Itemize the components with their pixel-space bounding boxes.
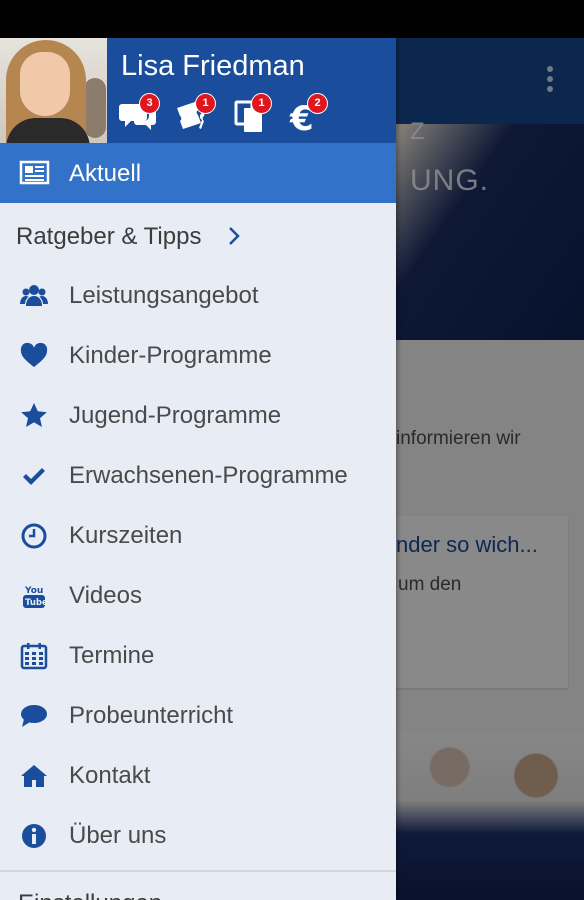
menu-item-termine[interactable]: Termine [0,626,396,686]
home-icon [20,762,48,790]
checkmark-icon [20,462,48,490]
euro-badge-count: 2 [308,94,327,113]
menu-item-kinder-programme[interactable]: Kinder-Programme [0,326,396,386]
menu-section-ratgeber[interactable]: Ratgeber & Tipps [0,203,396,266]
users-icon [20,282,48,310]
menu-item-einstellungen[interactable]: Einstellungen [0,872,396,900]
menu-item-ueber-uns[interactable]: Über uns [0,806,396,866]
section-label: Ratgeber & Tipps [16,223,202,250]
menu-item-probeunterricht[interactable]: Probeunterricht [0,686,396,746]
menu-item-label: Kinder-Programme [69,342,272,369]
youtube-icon: You Tube [20,582,48,610]
profile-name: Lisa Friedman [121,50,305,82]
documents-icon[interactable]: 1 [230,94,271,134]
navigation-drawer: Lisa Friedman 3 1 1 € 2 Aktuell Ratgeber… [0,38,396,900]
documents-badge-count: 1 [252,94,271,113]
chevron-right-icon [224,223,244,249]
euro-icon[interactable]: € 2 [286,94,327,139]
menu-item-label: Kurszeiten [69,522,183,549]
menu-item-erwachsenen-programme[interactable]: Erwachsenen-Programme [0,446,396,506]
status-bar [0,0,584,38]
menu-item-aktuell[interactable]: Aktuell [0,143,396,203]
menu-item-label: Videos [69,582,142,609]
svg-text:You: You [24,586,43,596]
menu-item-kurszeiten[interactable]: Kurszeiten [0,506,396,566]
menu-item-jugend-programme[interactable]: Jugend-Programme [0,386,396,446]
menu-item-label: Probeunterricht [69,702,234,729]
tickets-icon[interactable]: 1 [174,94,215,134]
comment-icon [20,702,48,730]
star-icon [20,402,48,430]
menu-item-label: Einstellungen [18,890,162,900]
menu-item-label: Jugend-Programme [69,402,282,429]
profile-header: Lisa Friedman 3 1 1 € 2 [0,38,396,143]
svg-text:Tube: Tube [25,598,48,608]
info-icon [20,822,48,850]
chat-badge-count: 3 [140,94,159,113]
chat-bubbles-icon[interactable]: 3 [118,94,159,134]
avatar[interactable] [0,38,107,143]
menu-item-label: Kontakt [69,762,151,789]
menu-item-label: Termine [69,642,155,669]
calendar-icon [20,642,48,670]
menu-item-kontakt[interactable]: Kontakt [0,746,396,806]
tickets-badge-count: 1 [196,94,215,113]
heart-icon [20,342,48,370]
newspaper-icon [18,160,50,186]
menu-item-label: Leistungsangebot [69,282,259,309]
menu-item-label: Aktuell [69,160,142,187]
clock-icon [20,522,48,550]
menu-item-label: Über uns [69,822,167,849]
menu-item-label: Erwachsenen-Programme [69,462,348,489]
menu-item-leistungsangebot[interactable]: Leistungsangebot [0,266,396,326]
menu-item-videos[interactable]: You Tube Videos [0,566,396,626]
